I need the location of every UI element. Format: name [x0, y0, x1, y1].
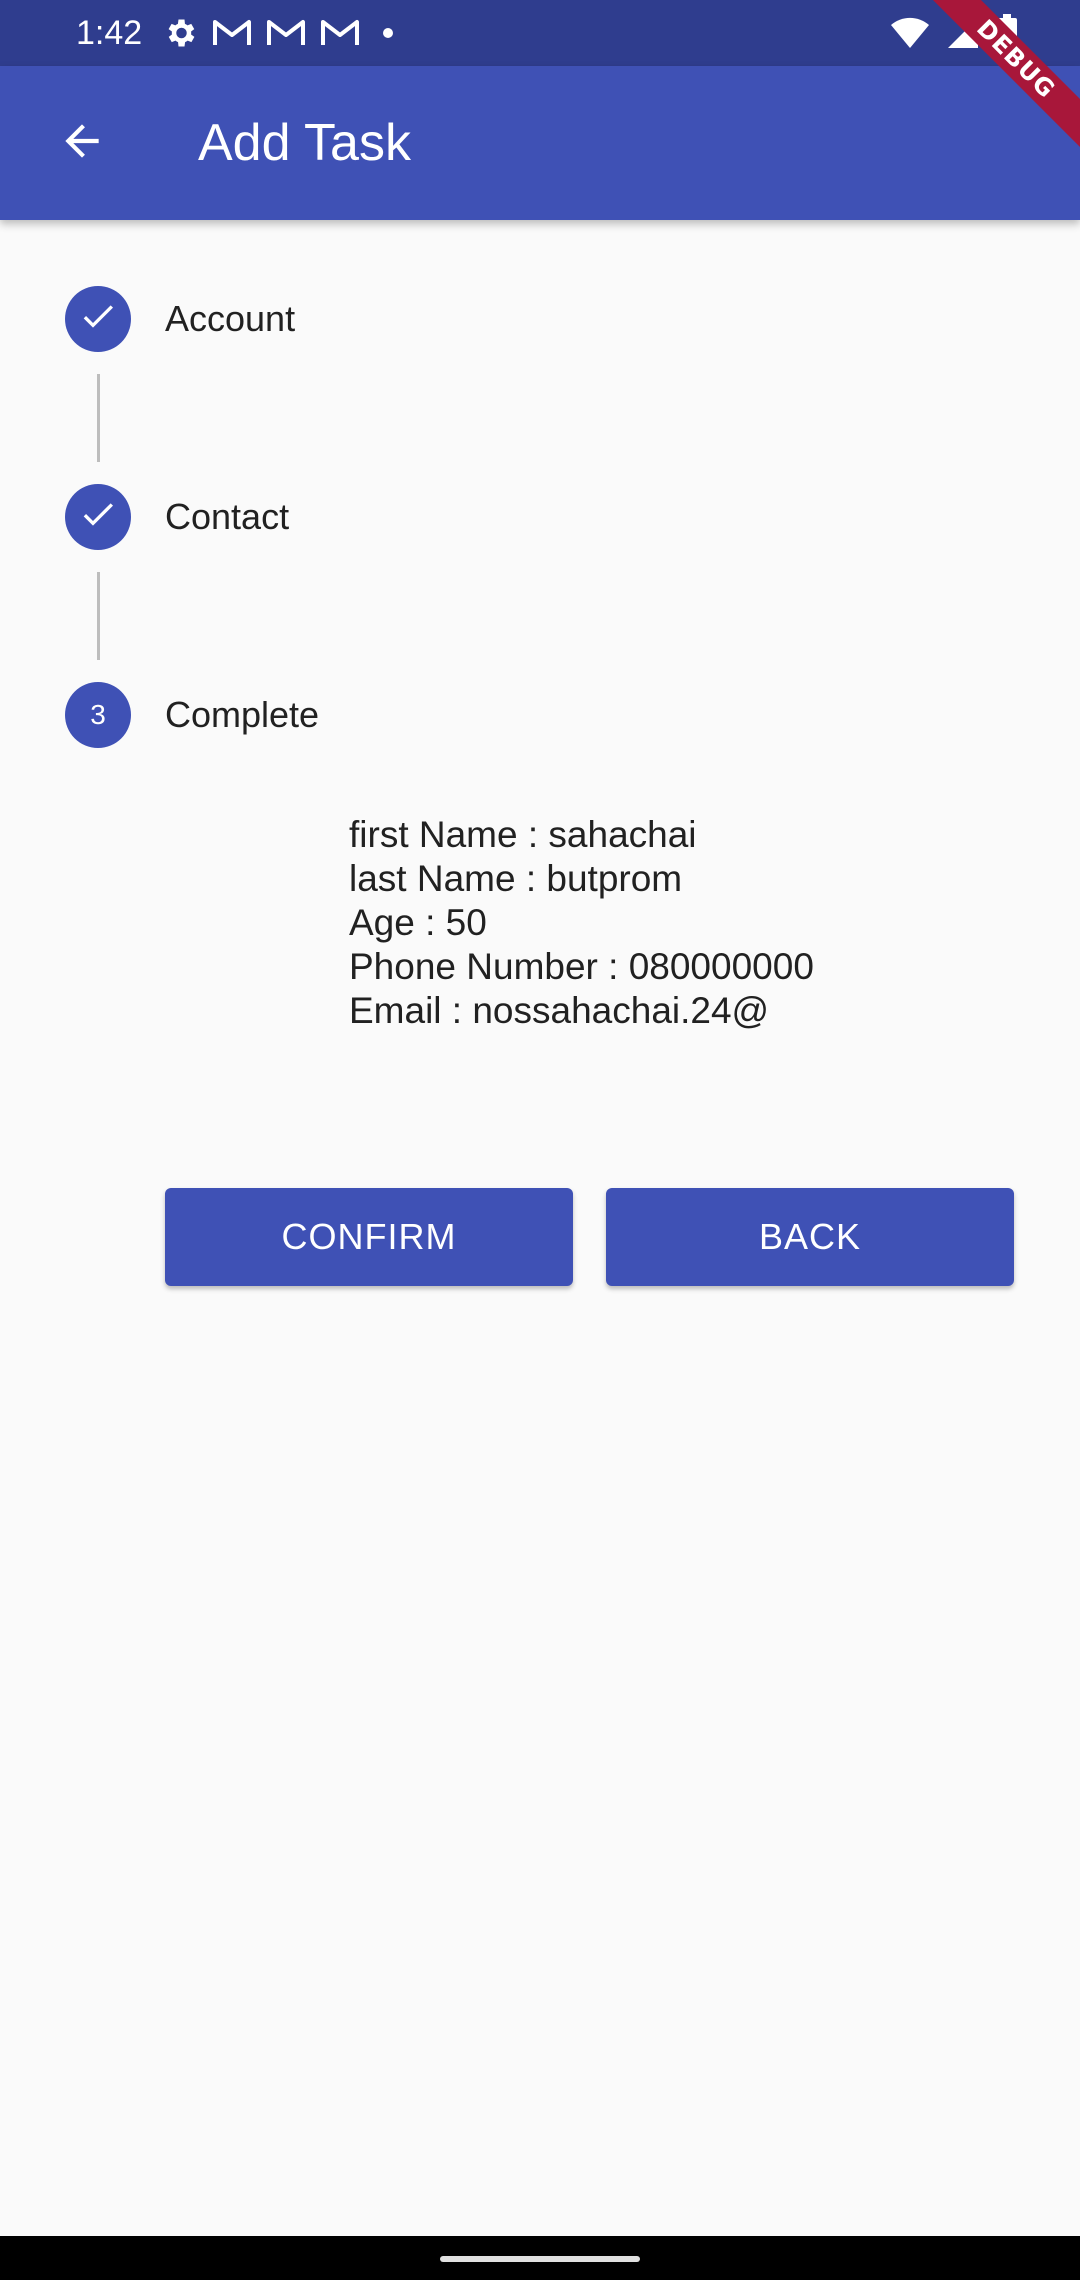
step-label: Complete [165, 694, 320, 735]
summary-age: Age : 50 [349, 902, 487, 943]
step-contact[interactable]: Contact [65, 484, 289, 550]
back-step-button[interactable]: BACK [606, 1188, 1014, 1286]
summary-phone: Phone Number : 080000000 [349, 946, 814, 987]
summary-first-name: first Name : sahachai [349, 814, 697, 855]
gear-icon [162, 15, 198, 51]
status-right [890, 0, 1018, 66]
app-bar: Add Task [0, 66, 1080, 220]
step-account[interactable]: Account [65, 286, 295, 352]
wifi-icon [890, 16, 930, 50]
battery-icon [996, 14, 1018, 52]
step-connector [97, 374, 100, 462]
summary-last-name: last Name : butprom [349, 858, 683, 899]
confirm-button[interactable]: CONFIRM [165, 1188, 573, 1286]
gmail-icon [320, 18, 360, 48]
step-complete[interactable]: 3 Complete [65, 682, 319, 748]
check-icon [78, 296, 118, 343]
step-label: Contact [165, 496, 290, 537]
arrow-back-icon [57, 116, 107, 171]
gmail-icon [212, 18, 252, 48]
gmail-icon [266, 18, 306, 48]
step-complete-indicator [65, 286, 131, 352]
stepper-content: Account Contact 3 Complete first Name : … [0, 220, 1080, 2236]
step-label: Account [165, 298, 296, 339]
check-icon [78, 494, 118, 541]
step-number-indicator: 3 [65, 682, 131, 748]
back-button[interactable] [40, 101, 124, 185]
status-left: 1:42 [76, 14, 402, 53]
page-title: Add Task [198, 114, 411, 172]
signal-icon [946, 16, 980, 50]
dot-icon [374, 19, 402, 47]
home-indicator[interactable] [440, 2256, 640, 2262]
status-bar: 1:42 [0, 0, 1080, 66]
step-complete-indicator [65, 484, 131, 550]
summary-block: first Name : sahachai last Name : butpro… [349, 813, 814, 1033]
step-connector [97, 572, 100, 660]
summary-email: Email : nossahachai.24@ [349, 990, 770, 1031]
status-time: 1:42 [76, 13, 143, 52]
